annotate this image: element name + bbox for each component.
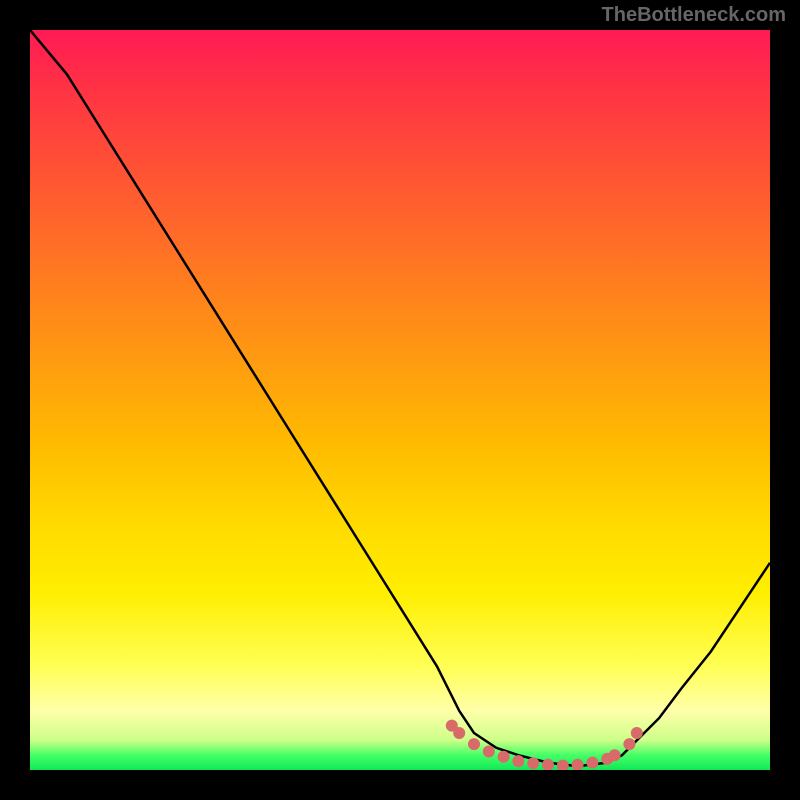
attribution-text: TheBottleneck.com (602, 4, 786, 27)
chart-gradient-background (30, 30, 770, 770)
